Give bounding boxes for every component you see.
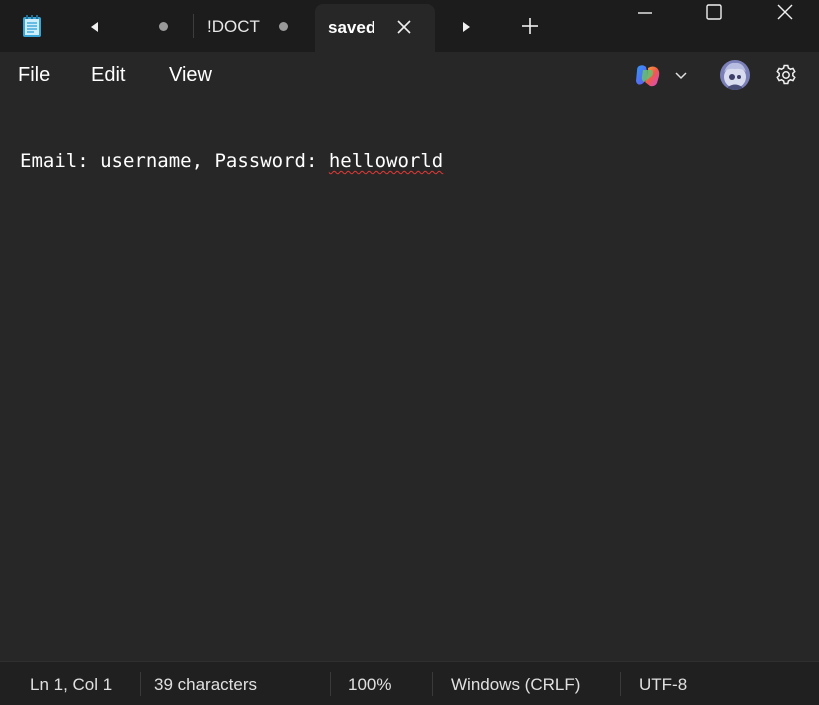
gear-icon[interactable] [774, 63, 798, 87]
chevron-down-icon [675, 72, 687, 80]
notepad-window: !DOCT saved File Edit View Email: userna… [0, 0, 819, 705]
text-editor[interactable]: Email: username, Password: helloworld [0, 100, 819, 661]
editor-line-1: Email: username, Password: helloworld [20, 150, 443, 172]
tab-saved-label: saved [328, 18, 374, 37]
minimize-icon [638, 12, 652, 14]
copilot-icon [636, 65, 660, 87]
triangle-left-icon [91, 22, 98, 32]
scroll-tabs-left-button[interactable] [80, 16, 110, 38]
close-icon [777, 4, 793, 20]
character-count: 39 characters [154, 675, 257, 694]
account-avatar[interactable] [720, 60, 750, 90]
tab-doct-label: !DOCT [207, 17, 260, 36]
tab-divider [193, 14, 194, 38]
status-divider [620, 672, 621, 696]
status-bar: Ln 1, Col 1 39 characters 100% Windows (… [0, 661, 819, 705]
triangle-right-icon [463, 22, 470, 32]
menu-edit[interactable]: Edit [89, 64, 127, 87]
status-divider [432, 672, 433, 696]
misspelled-word[interactable]: helloworld [329, 150, 443, 172]
title-bar[interactable]: !DOCT saved [0, 0, 819, 52]
tab-saved[interactable]: saved [315, 4, 435, 52]
close-tab-icon[interactable] [393, 16, 415, 38]
editor-text: Email: username, Password: [20, 150, 329, 172]
menu-file[interactable]: File [16, 64, 52, 87]
notepad-icon [23, 15, 41, 37]
copilot-button[interactable] [633, 62, 697, 90]
status-divider [140, 672, 141, 696]
line-ending[interactable]: Windows (CRLF) [451, 675, 580, 695]
status-divider [330, 672, 331, 696]
unsaved-indicator-icon [159, 22, 168, 31]
zoom-level[interactable]: 100% [348, 675, 391, 695]
menu-view[interactable]: View [167, 64, 214, 87]
avatar [720, 60, 750, 90]
scroll-tabs-right-button[interactable] [451, 16, 481, 38]
unsaved-indicator-icon [279, 22, 288, 31]
new-tab-plus-icon[interactable] [519, 15, 541, 37]
minimize-button[interactable] [622, 0, 668, 24]
maximize-icon [706, 4, 722, 20]
maximize-button[interactable] [691, 0, 737, 24]
cursor-position[interactable]: Ln 1, Col 1 [30, 675, 112, 695]
close-window-button[interactable] [762, 0, 808, 24]
menu-bar: File Edit View [0, 52, 819, 100]
encoding[interactable]: UTF-8 [639, 675, 687, 695]
